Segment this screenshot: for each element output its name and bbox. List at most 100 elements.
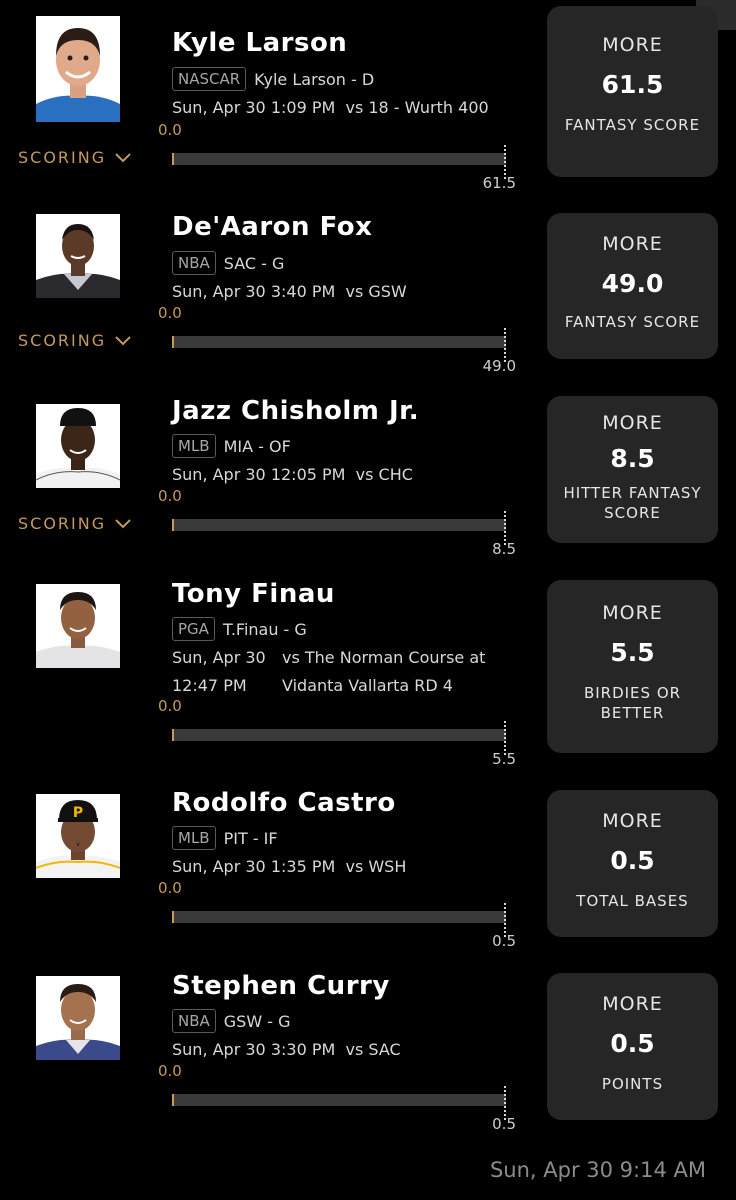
scoring-label: SCORING xyxy=(18,331,107,350)
target-value: 8.5 xyxy=(492,540,516,558)
target-value: 0.5 xyxy=(492,1115,516,1133)
progress-start-value: 0.0 xyxy=(158,304,182,322)
team-position: T.Finau - G xyxy=(222,619,307,639)
opponent: vs SAC xyxy=(345,1040,401,1059)
scoring-toggle[interactable]: SCORING xyxy=(18,331,132,350)
progress-bar xyxy=(172,336,506,348)
pick-line: 61.5 xyxy=(601,70,664,99)
player-headshot-icon xyxy=(36,584,120,690)
league-badge: NBA xyxy=(172,1009,216,1033)
projection-card[interactable]: Tony Finau PGA T.Finau - G Sun, Apr 30 1… xyxy=(0,570,736,780)
player-headshot-icon: P xyxy=(36,794,120,900)
game-datetime: Sun, Apr 30 1:35 PM xyxy=(172,857,336,876)
player-name: Tony Finau xyxy=(172,579,335,609)
pick-direction: MORE xyxy=(602,810,663,832)
scoring-toggle[interactable]: SCORING xyxy=(18,148,132,167)
pick-stat: HITTER FANTASY SCORE xyxy=(547,483,718,523)
game-info: Sun, Apr 30 12:05 PM vs CHC xyxy=(172,465,413,484)
game-info: Sun, Apr 30 1:09 PM vs 18 - Wurth 400 xyxy=(172,98,489,117)
progress-start-value: 0.0 xyxy=(158,1062,182,1080)
team-position: MIA - OF xyxy=(223,436,291,456)
opponent-line: Vidanta Vallarta RD 4 xyxy=(282,676,453,695)
opponent: vs GSW xyxy=(345,282,407,301)
progress-bar xyxy=(172,153,506,165)
projection-card[interactable]: P Rodolfo Castro MLB PIT - IF Sun, Apr 3… xyxy=(0,780,736,970)
more-pick-button[interactable]: MORE 5.5 BIRDIES OR BETTER xyxy=(547,580,718,753)
pick-stat: TOTAL BASES xyxy=(576,892,689,910)
more-pick-button[interactable]: MORE 0.5 TOTAL BASES xyxy=(547,790,718,937)
pick-stat: FANTASY SCORE xyxy=(564,116,701,134)
game-datetime: Sun, Apr 30 1:09 PM xyxy=(172,98,336,117)
opponent-line: vs The Norman Course at xyxy=(282,648,486,667)
game-date: Sun, Apr 30 xyxy=(172,648,266,667)
pick-stat-line: BETTER xyxy=(600,704,665,722)
pick-stat: FANTASY SCORE xyxy=(564,313,701,331)
player-info: MLB MIA - OF xyxy=(172,434,291,458)
progress-start-value: 0.0 xyxy=(158,121,182,139)
progress-bar xyxy=(172,911,506,923)
projection-card[interactable]: De'Aaron Fox NBA SAC - G Sun, Apr 30 3:4… xyxy=(0,190,736,380)
pick-stat-line: SCORE xyxy=(604,504,661,522)
player-headshot-icon xyxy=(36,16,120,122)
player-name: Rodolfo Castro xyxy=(172,788,396,818)
progress-start-value: 0.0 xyxy=(158,879,182,897)
pick-direction: MORE xyxy=(602,412,663,434)
pick-direction: MORE xyxy=(602,602,663,624)
league-badge: MLB xyxy=(172,434,216,458)
target-value: 49.0 xyxy=(482,357,516,375)
opponent: vs The Norman Course at Vidanta Vallarta… xyxy=(282,644,485,700)
chevron-down-icon xyxy=(115,518,131,528)
progress-bar xyxy=(172,519,506,531)
projection-card[interactable]: Jazz Chisholm Jr. MLB MIA - OF Sun, Apr … xyxy=(0,380,736,570)
game-info: Sun, Apr 30 3:40 PM vs GSW xyxy=(172,282,407,301)
player-info: MLB PIT - IF xyxy=(172,826,278,850)
player-name: De'Aaron Fox xyxy=(172,212,373,242)
game-datetime: Sun, Apr 30 3:40 PM xyxy=(172,282,336,301)
pick-line: 8.5 xyxy=(610,444,655,473)
pick-line: 5.5 xyxy=(610,638,655,667)
projection-card[interactable]: Kyle Larson NASCAR Kyle Larson - D Sun, … xyxy=(0,0,736,192)
game-info: Sun, Apr 30 1:35 PM vs WSH xyxy=(172,857,406,876)
league-badge: NBA xyxy=(172,251,216,275)
game-info: Sun, Apr 30 12:47 PM vs The Norman Cours… xyxy=(172,644,485,700)
chevron-down-icon xyxy=(115,152,131,162)
more-pick-button[interactable]: MORE 49.0 FANTASY SCORE xyxy=(547,213,718,359)
opponent: vs 18 - Wurth 400 xyxy=(345,98,489,117)
team-position: Kyle Larson - D xyxy=(254,69,375,89)
pick-direction: MORE xyxy=(602,34,663,56)
player-headshot-icon xyxy=(36,214,120,320)
player-info: NASCAR Kyle Larson - D xyxy=(172,67,374,91)
game-datetime: Sun, Apr 30 12:05 PM xyxy=(172,465,346,484)
player-name: Kyle Larson xyxy=(172,28,348,58)
team-position: PIT - IF xyxy=(223,828,278,848)
pick-direction: MORE xyxy=(602,233,663,255)
team-position: SAC - G xyxy=(223,253,285,273)
pick-stat-line: BIRDIES OR xyxy=(583,684,682,702)
league-badge: MLB xyxy=(172,826,216,850)
scoring-label: SCORING xyxy=(18,148,107,167)
pick-line: 0.5 xyxy=(610,1029,655,1058)
pick-line: 49.0 xyxy=(601,269,664,298)
player-name: Stephen Curry xyxy=(172,971,390,1001)
progress-start-value: 0.0 xyxy=(158,697,182,715)
game-info: Sun, Apr 30 3:30 PM vs SAC xyxy=(172,1040,401,1059)
scoring-label: SCORING xyxy=(18,514,107,533)
status-timestamp: Sun, Apr 30 9:14 AM xyxy=(489,1158,706,1182)
player-info: PGA T.Finau - G xyxy=(172,617,307,641)
league-badge: PGA xyxy=(172,617,215,641)
league-badge: NASCAR xyxy=(172,67,247,91)
game-time: 12:47 PM xyxy=(172,676,247,695)
projection-card[interactable]: Stephen Curry NBA GSW - G Sun, Apr 30 3:… xyxy=(0,970,736,1150)
more-pick-button[interactable]: MORE 0.5 POINTS xyxy=(547,973,718,1120)
target-value: 0.5 xyxy=(492,932,516,950)
pick-line: 0.5 xyxy=(610,846,655,875)
pick-stat-line: HITTER FANTASY xyxy=(563,484,702,502)
scoring-toggle[interactable]: SCORING xyxy=(18,514,132,533)
more-pick-button[interactable]: MORE 61.5 FANTASY SCORE xyxy=(547,6,718,177)
opponent: vs CHC xyxy=(355,465,413,484)
player-info: NBA SAC - G xyxy=(172,251,284,275)
more-pick-button[interactable]: MORE 8.5 HITTER FANTASY SCORE xyxy=(547,396,718,543)
pick-stat: POINTS xyxy=(601,1075,664,1093)
target-value: 5.5 xyxy=(492,750,516,768)
progress-start-value: 0.0 xyxy=(158,487,182,505)
